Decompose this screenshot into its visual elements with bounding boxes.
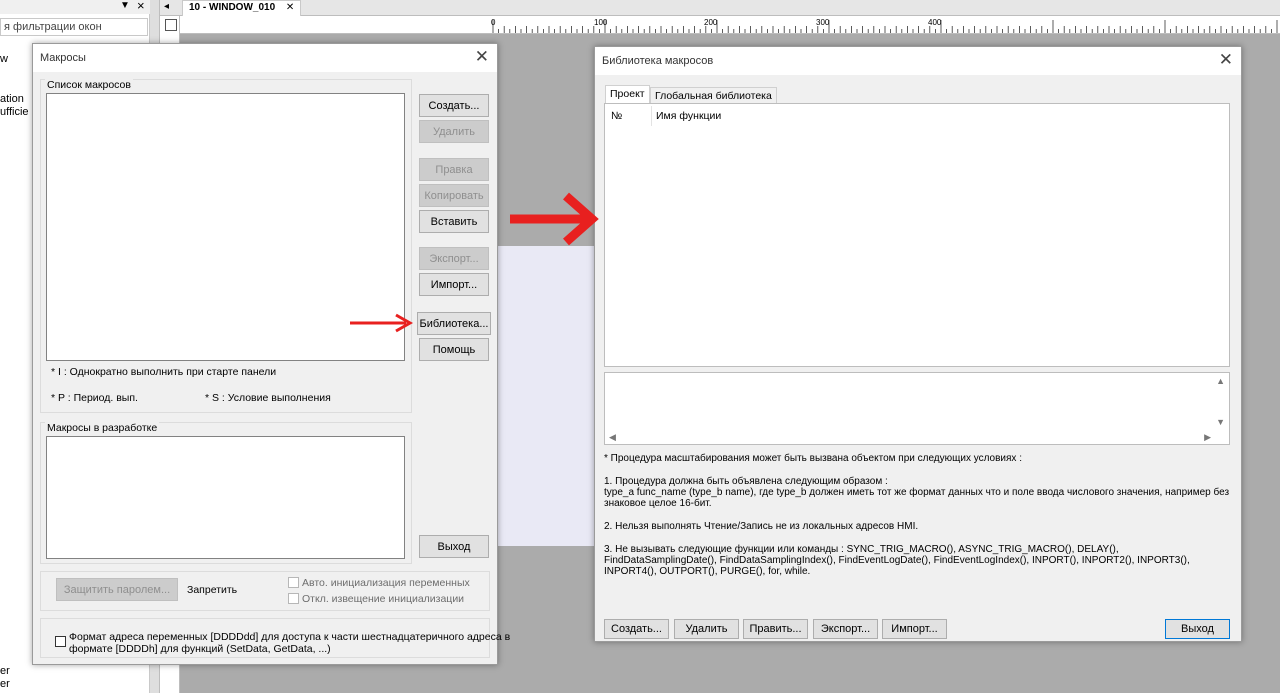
lib-import-button[interactable]: Импорт... bbox=[882, 619, 947, 639]
export-macro-button[interactable]: Экспорт... bbox=[419, 247, 489, 270]
edit-macro-button[interactable]: Правка bbox=[419, 158, 489, 181]
address-format-line1: Формат адреса переменных [DDDDdd] для до… bbox=[69, 631, 511, 643]
ruler-ticks bbox=[492, 20, 1278, 33]
macros-dialog: Макросы ✕ Список макросов * I : Однократ… bbox=[32, 43, 510, 665]
desc-rule-3: 3. Не вызывать следующие функции или ком… bbox=[604, 544, 1190, 577]
lib-create-button[interactable]: Создать... bbox=[604, 619, 669, 639]
group-title: Список макросов bbox=[45, 79, 133, 91]
ruler-label: 400 bbox=[928, 18, 942, 27]
password-protect-button[interactable]: Защитить паролем... bbox=[56, 578, 178, 601]
horizontal-ruler: 0 100 200 300 400 bbox=[180, 16, 1280, 34]
column-function-name: Имя функции bbox=[656, 110, 722, 122]
document-tab-bar: ◂ 10 - WINDOW_010 ✕ bbox=[160, 0, 1280, 16]
create-macro-button[interactable]: Создать... bbox=[419, 94, 489, 117]
exit-button[interactable]: Выход bbox=[419, 535, 489, 558]
tab-scroll-left-icon[interactable]: ◂ bbox=[164, 1, 169, 12]
tab-label: 10 - WINDOW_010 bbox=[189, 2, 276, 13]
address-format-line2: формате [DDDDh] для функций (SetData, Ge… bbox=[69, 643, 331, 655]
lib-export-button[interactable]: Экспорт... bbox=[813, 619, 878, 639]
legend-periodic: * P : Период. вып. bbox=[51, 392, 138, 404]
desc-rule-2: 2. Нельзя выполнять Чтение/Запись не из … bbox=[604, 521, 919, 532]
dev-macro-list[interactable] bbox=[46, 436, 405, 559]
paste-macro-button[interactable]: Вставить bbox=[419, 210, 489, 233]
close-icon[interactable]: ✕ bbox=[1219, 50, 1233, 70]
scroll-down-icon[interactable]: ▼ bbox=[1216, 417, 1225, 427]
lib-exit-button[interactable]: Выход bbox=[1165, 619, 1230, 639]
lib-delete-button[interactable]: Удалить bbox=[674, 619, 739, 639]
help-button[interactable]: Помощь bbox=[419, 338, 489, 361]
forbid-label: Запретить bbox=[187, 584, 238, 596]
scroll-right-icon[interactable]: ▶ bbox=[1204, 432, 1211, 443]
desc-rule-1a: 1. Процедура должна быть объявлена следу… bbox=[604, 476, 888, 487]
tree-item[interactable]: er bbox=[0, 665, 10, 677]
column-number: № bbox=[611, 110, 623, 122]
scroll-left-icon[interactable]: ◀ bbox=[609, 432, 616, 443]
window-filter-input[interactable]: я фильтрации окон bbox=[0, 18, 148, 36]
lib-edit-button[interactable]: Править... bbox=[743, 619, 808, 639]
library-button[interactable]: Библиотека... bbox=[417, 312, 491, 335]
tree-item[interactable]: ation bbox=[0, 93, 24, 105]
window-canvas[interactable] bbox=[480, 246, 600, 546]
ruler-corner-icon[interactable] bbox=[165, 19, 177, 31]
ruler-label: 200 bbox=[704, 18, 718, 27]
dialog-title: Библиотека макросов bbox=[602, 55, 714, 67]
auto-init-checkbox[interactable] bbox=[288, 577, 299, 588]
copy-macro-button[interactable]: Копировать bbox=[419, 184, 489, 207]
tree-item[interactable]: w bbox=[0, 53, 8, 65]
library-description: * Процедура масштабирования может быть в… bbox=[604, 453, 1232, 589]
dialog-title: Макросы bbox=[40, 52, 86, 64]
tab-window-010[interactable]: 10 - WINDOW_010 ✕ bbox=[182, 0, 302, 16]
red-arrow-small-icon bbox=[350, 313, 414, 333]
column-divider bbox=[651, 106, 652, 126]
delete-macro-button[interactable]: Удалить bbox=[419, 120, 489, 143]
group-title: Макросы в разработке bbox=[45, 422, 160, 434]
desc-rule-1b: type_a func_name (type_b name), где type… bbox=[604, 487, 1230, 509]
macro-library-dialog: Библиотека макросов ✕ Проект Глобальная … bbox=[594, 46, 1242, 642]
tab-close-icon[interactable]: ✕ bbox=[286, 2, 294, 13]
dialog-title-bar: Библиотека макросов ✕ bbox=[595, 47, 1241, 75]
function-preview[interactable]: ▲ ▼ ◀ ▶ bbox=[604, 372, 1230, 445]
panel-header: ▼ × bbox=[0, 0, 150, 14]
ruler-label: 0 bbox=[491, 18, 496, 27]
desc-intro: * Процедура масштабирования может быть в… bbox=[604, 453, 1022, 464]
import-macro-button[interactable]: Импорт... bbox=[419, 273, 489, 296]
dialog-title-bar: Макросы ✕ bbox=[33, 44, 497, 72]
desc-rule-1: 1. Процедура должна быть объявлена следу… bbox=[604, 476, 1232, 509]
disable-notify-checkbox[interactable] bbox=[288, 593, 299, 604]
legend-once: * I : Однократно выполнить при старте па… bbox=[51, 366, 277, 378]
scroll-up-icon[interactable]: ▲ bbox=[1216, 376, 1225, 386]
ruler-label: 300 bbox=[816, 18, 830, 27]
panel-close-icon[interactable]: × bbox=[137, 0, 145, 13]
red-arrow-large-icon bbox=[510, 192, 599, 246]
address-format-checkbox[interactable] bbox=[55, 636, 66, 647]
legend-condition: * S : Условие выполнения bbox=[205, 392, 331, 404]
auto-init-label: Авто. инициализация переменных bbox=[302, 577, 470, 589]
tree-item[interactable]: er bbox=[0, 678, 10, 690]
ruler-label: 100 bbox=[594, 18, 608, 27]
close-icon[interactable]: ✕ bbox=[475, 47, 489, 67]
disable-notify-label: Откл. извещение инициализации bbox=[302, 593, 465, 605]
tab-project[interactable]: Проект bbox=[605, 85, 650, 105]
tree-item[interactable]: ufficie bbox=[0, 106, 29, 118]
function-list[interactable]: № Имя функции bbox=[604, 103, 1230, 367]
dropdown-triangle-icon[interactable]: ▼ bbox=[120, 0, 130, 11]
